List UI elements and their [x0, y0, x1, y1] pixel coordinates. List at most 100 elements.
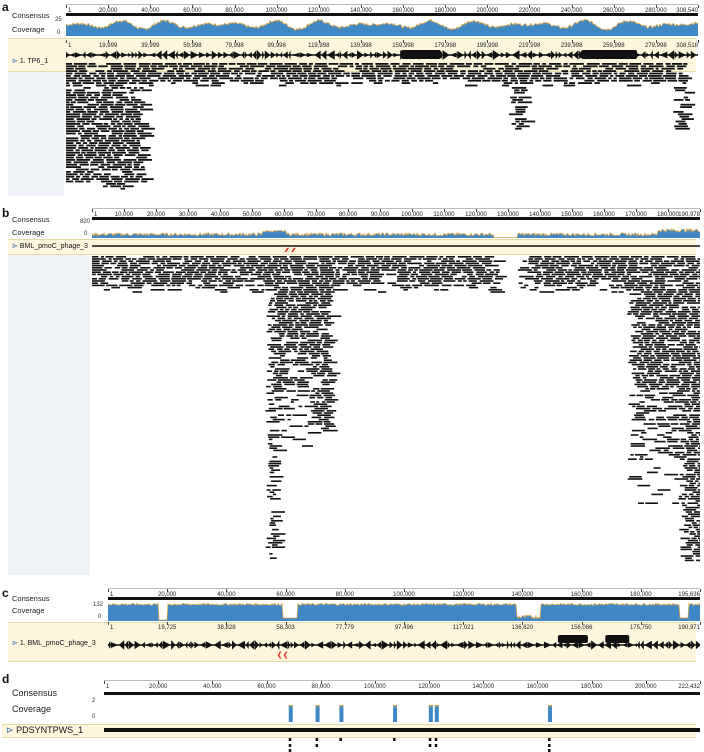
gene-arrow-icon[interactable] — [290, 641, 294, 649]
gene-arrow-icon[interactable] — [476, 50, 482, 60]
gene-arrow-icon[interactable] — [487, 642, 495, 648]
expand-arrow-icon[interactable]: ⊳ — [6, 725, 14, 735]
gene-arrow-icon[interactable] — [263, 642, 268, 648]
gene-arrow-icon[interactable] — [217, 51, 223, 59]
gene-arrow-icon[interactable] — [652, 640, 658, 650]
gene-arrow-icon[interactable] — [276, 52, 280, 58]
breakpoint-marker-icon[interactable]: ❮❮ — [284, 247, 297, 252]
gene-arrow-icon[interactable] — [417, 640, 425, 650]
gene-arrow-icon[interactable] — [376, 51, 383, 59]
gene-arrow-icon[interactable] — [148, 52, 156, 58]
gene-arrow-icon[interactable] — [131, 51, 135, 59]
gene-annotations[interactable] — [66, 48, 698, 62]
read-alignments[interactable] — [66, 62, 698, 196]
read-alignments[interactable] — [92, 255, 700, 577]
large-gene-icon[interactable] — [400, 50, 441, 59]
gene-arrow-icon[interactable] — [359, 640, 365, 650]
gene-arrow-icon[interactable] — [199, 642, 206, 648]
large-gene-icon[interactable] — [557, 635, 588, 643]
gene-arrow-icon[interactable] — [403, 641, 408, 649]
expand-arrow-icon[interactable]: ⊳ — [12, 243, 18, 250]
gene-arrow-icon[interactable] — [364, 52, 370, 58]
gene-arrow-icon[interactable] — [237, 640, 246, 650]
gene-arrow-icon[interactable] — [259, 642, 263, 648]
gene-arrow-icon[interactable] — [393, 640, 397, 650]
gene-arrow-icon[interactable] — [455, 641, 464, 649]
gene-arrow-icon[interactable] — [431, 640, 437, 650]
gene-arrow-icon[interactable] — [151, 642, 154, 648]
gene-arrow-icon[interactable] — [535, 642, 544, 648]
gene-arrow-icon[interactable] — [521, 641, 527, 649]
gene-arrow-icon[interactable] — [481, 50, 486, 60]
gene-arrow-icon[interactable] — [649, 50, 653, 60]
gene-arrow-icon[interactable] — [337, 642, 343, 648]
gene-arrow-icon[interactable] — [229, 51, 233, 59]
gene-arrow-icon[interactable] — [457, 51, 464, 59]
gene-arrow-icon[interactable] — [105, 50, 110, 60]
gene-arrow-icon[interactable] — [597, 641, 604, 649]
gene-arrow-icon[interactable] — [183, 50, 191, 60]
gene-arrow-icon[interactable] — [653, 51, 659, 59]
gene-arrow-icon[interactable] — [346, 641, 353, 649]
gene-arrow-icon[interactable] — [158, 641, 163, 649]
large-gene-icon[interactable] — [605, 635, 630, 643]
gene-arrow-icon[interactable] — [628, 642, 635, 648]
gene-arrow-icon[interactable] — [232, 640, 237, 650]
gene-arrow-icon[interactable] — [176, 640, 179, 650]
gene-arrow-icon[interactable] — [495, 642, 499, 648]
gene-arrow-icon[interactable] — [245, 641, 249, 649]
gene-arrow-icon[interactable] — [213, 640, 221, 650]
gene-arrow-icon[interactable] — [74, 52, 83, 58]
gene-arrow-icon[interactable] — [121, 52, 128, 58]
gene-arrow-icon[interactable] — [162, 50, 168, 60]
gene-arrow-icon[interactable] — [288, 50, 291, 60]
gene-arrow-icon[interactable] — [387, 50, 393, 60]
gene-arrow-icon[interactable] — [562, 52, 567, 58]
gene-arrow-icon[interactable] — [116, 50, 121, 60]
gene-arrow-icon[interactable] — [279, 51, 283, 59]
gene-annotations[interactable]: ❮❮ — [92, 240, 700, 252]
gene-arrow-icon[interactable] — [347, 52, 352, 58]
gene-arrow-icon[interactable] — [637, 640, 640, 650]
gene-arrow-icon[interactable] — [674, 51, 679, 59]
gene-arrow-icon[interactable] — [276, 640, 280, 650]
gene-arrow-icon[interactable] — [544, 52, 551, 58]
gene-arrow-icon[interactable] — [343, 640, 346, 650]
gene-arrow-icon[interactable] — [492, 50, 501, 60]
gene-arrow-icon[interactable] — [185, 641, 188, 649]
gene-arrow-icon[interactable] — [198, 51, 206, 59]
gene-arrow-icon[interactable] — [339, 50, 342, 60]
gene-arrow-icon[interactable] — [566, 51, 573, 59]
gene-arrow-icon[interactable] — [484, 641, 488, 649]
gene-arrow-icon[interactable] — [499, 641, 502, 649]
gene-arrow-icon[interactable] — [389, 641, 394, 649]
gene-arrow-icon[interactable] — [512, 641, 516, 649]
gene-arrow-icon[interactable] — [221, 642, 228, 648]
gene-arrow-icon[interactable] — [262, 50, 265, 60]
breakpoint-marker-icon[interactable]: ❮❮ — [277, 651, 289, 659]
gene-arrow-icon[interactable] — [511, 50, 520, 60]
gene-arrow-icon[interactable] — [118, 640, 125, 650]
gene-arrow-icon[interactable] — [551, 50, 556, 60]
gene-arrow-icon[interactable] — [143, 52, 149, 58]
gene-arrow-icon[interactable] — [154, 642, 158, 648]
gene-arrow-icon[interactable] — [585, 642, 591, 648]
gene-arrow-icon[interactable] — [228, 641, 232, 649]
gene-arrow-icon[interactable] — [442, 50, 450, 60]
gene-arrow-icon[interactable] — [371, 642, 377, 648]
gene-arrow-icon[interactable] — [135, 52, 138, 58]
gene-arrow-icon[interactable] — [294, 641, 299, 649]
gene-arrow-icon[interactable] — [244, 50, 248, 60]
gene-arrow-icon[interactable] — [658, 641, 664, 649]
gene-arrow-icon[interactable] — [141, 641, 145, 649]
gene-arrow-icon[interactable] — [342, 50, 348, 60]
gene-arrow-icon[interactable] — [315, 641, 324, 649]
large-gene-icon[interactable] — [581, 50, 638, 59]
gene-arrow-icon[interactable] — [506, 640, 509, 650]
gene-arrow-icon[interactable] — [357, 50, 364, 60]
gene-arrow-icon[interactable] — [98, 52, 106, 58]
gene-arrow-icon[interactable] — [515, 640, 521, 650]
gene-arrow-icon[interactable] — [323, 641, 331, 649]
gene-arrow-icon[interactable] — [696, 51, 698, 59]
gene-arrow-icon[interactable] — [471, 51, 477, 59]
